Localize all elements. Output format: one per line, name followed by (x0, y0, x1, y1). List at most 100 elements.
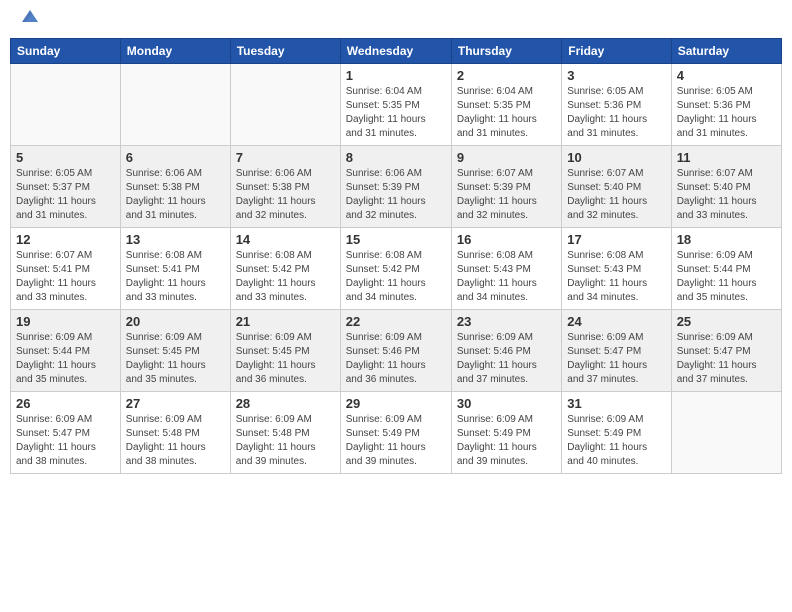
calendar-cell: 1Sunrise: 6:04 AM Sunset: 5:35 PM Daylig… (340, 64, 451, 146)
calendar-cell: 24 Sunrise: 6:09 AM Sunset: 5:47 PM Dayli… (562, 310, 671, 392)
day-info: Sunrise: 6:05 AM Sunset: 5:36 PM Dayligh… (567, 85, 665, 141)
calendar-cell: 11 Sunrise: 6:07 AM Sunset: 5:40 PM Dayli… (671, 146, 781, 228)
calendar-cell: 6 Sunrise: 6:06 AM Sunset: 5:38 PM Daylig… (120, 146, 230, 228)
day-number: 7 (236, 150, 335, 165)
calendar-table: SundayMondayTuesdayWednesdayThursdayFrid… (10, 38, 782, 474)
day-info: Sunrise: 6:08 AM Sunset: 5:43 PM Dayligh… (567, 249, 665, 305)
calendar-cell: 19 Sunrise: 6:09 AM Sunset: 5:44 PM Dayli… (11, 310, 121, 392)
calendar-header-tuesday: Tuesday (230, 39, 340, 64)
day-number: 15 (346, 232, 446, 247)
day-info: Sunrise: 6:09 AM Sunset: 5:44 PM Dayligh… (16, 331, 115, 387)
day-info: Sunrise: 6:09 AM Sunset: 5:48 PM Dayligh… (126, 413, 225, 469)
day-number: 26 (16, 396, 115, 411)
calendar-header-friday: Friday (562, 39, 671, 64)
day-info: Sunrise: 6:05 AM Sunset: 5:37 PM Dayligh… (16, 167, 115, 223)
day-number: 5 (16, 150, 115, 165)
day-number: 3 (567, 68, 665, 83)
day-number: 30 (457, 396, 556, 411)
day-info: Sunrise: 6:04 AM Sunset: 5:35 PM Dayligh… (457, 85, 556, 141)
day-number: 28 (236, 396, 335, 411)
calendar-cell: 5 Sunrise: 6:05 AM Sunset: 5:37 PM Daylig… (11, 146, 121, 228)
day-number: 20 (126, 314, 225, 329)
day-info: Sunrise: 6:07 AM Sunset: 5:39 PM Dayligh… (457, 167, 556, 223)
day-number: 11 (677, 150, 776, 165)
calendar-cell: 29Sunrise: 6:09 AM Sunset: 5:49 PM Dayli… (340, 392, 451, 474)
calendar-cell: 23 Sunrise: 6:09 AM Sunset: 5:46 PM Dayli… (451, 310, 561, 392)
day-number: 25 (677, 314, 776, 329)
day-info: Sunrise: 6:07 AM Sunset: 5:40 PM Dayligh… (677, 167, 776, 223)
calendar-cell: 21 Sunrise: 6:09 AM Sunset: 5:45 PM Dayli… (230, 310, 340, 392)
calendar-week-row: 26 Sunrise: 6:09 AM Sunset: 5:47 PM Dayli… (11, 392, 782, 474)
day-info: Sunrise: 6:09 AM Sunset: 5:48 PM Dayligh… (236, 413, 335, 469)
day-info: Sunrise: 6:09 AM Sunset: 5:47 PM Dayligh… (16, 413, 115, 469)
day-number: 23 (457, 314, 556, 329)
calendar-cell: 15Sunrise: 6:08 AM Sunset: 5:42 PM Dayli… (340, 228, 451, 310)
calendar-cell: 27 Sunrise: 6:09 AM Sunset: 5:48 PM Dayli… (120, 392, 230, 474)
day-number: 12 (16, 232, 115, 247)
calendar-cell (230, 64, 340, 146)
day-number: 27 (126, 396, 225, 411)
calendar-cell: 13 Sunrise: 6:08 AM Sunset: 5:41 PM Dayli… (120, 228, 230, 310)
day-info: Sunrise: 6:09 AM Sunset: 5:47 PM Dayligh… (567, 331, 665, 387)
page-header (10, 10, 782, 30)
calendar-cell: 8Sunrise: 6:06 AM Sunset: 5:39 PM Daylig… (340, 146, 451, 228)
calendar-cell: 12 Sunrise: 6:07 AM Sunset: 5:41 PM Dayli… (11, 228, 121, 310)
calendar-cell: 26 Sunrise: 6:09 AM Sunset: 5:47 PM Dayli… (11, 392, 121, 474)
day-number: 17 (567, 232, 665, 247)
calendar-week-row: 5 Sunrise: 6:05 AM Sunset: 5:37 PM Daylig… (11, 146, 782, 228)
calendar-cell: 25 Sunrise: 6:09 AM Sunset: 5:47 PM Dayli… (671, 310, 781, 392)
day-number: 6 (126, 150, 225, 165)
day-info: Sunrise: 6:09 AM Sunset: 5:44 PM Dayligh… (677, 249, 776, 305)
day-info: Sunrise: 6:09 AM Sunset: 5:46 PM Dayligh… (457, 331, 556, 387)
calendar-header-row: SundayMondayTuesdayWednesdayThursdayFrid… (11, 39, 782, 64)
calendar-header-thursday: Thursday (451, 39, 561, 64)
day-number: 2 (457, 68, 556, 83)
calendar-cell: 10Sunrise: 6:07 AM Sunset: 5:40 PM Dayli… (562, 146, 671, 228)
day-info: Sunrise: 6:09 AM Sunset: 5:45 PM Dayligh… (126, 331, 225, 387)
day-info: Sunrise: 6:05 AM Sunset: 5:36 PM Dayligh… (677, 85, 776, 141)
calendar-cell: 18 Sunrise: 6:09 AM Sunset: 5:44 PM Dayli… (671, 228, 781, 310)
day-number: 4 (677, 68, 776, 83)
calendar-cell: 17 Sunrise: 6:08 AM Sunset: 5:43 PM Dayli… (562, 228, 671, 310)
day-number: 21 (236, 314, 335, 329)
calendar-cell (120, 64, 230, 146)
day-number: 18 (677, 232, 776, 247)
day-info: Sunrise: 6:08 AM Sunset: 5:42 PM Dayligh… (236, 249, 335, 305)
calendar-cell: 9 Sunrise: 6:07 AM Sunset: 5:39 PM Daylig… (451, 146, 561, 228)
calendar-cell: 4 Sunrise: 6:05 AM Sunset: 5:36 PM Daylig… (671, 64, 781, 146)
day-info: Sunrise: 6:09 AM Sunset: 5:49 PM Dayligh… (567, 413, 665, 469)
logo (18, 14, 40, 26)
day-number: 9 (457, 150, 556, 165)
logo-icon (20, 6, 40, 26)
calendar-header-sunday: Sunday (11, 39, 121, 64)
day-info: Sunrise: 6:08 AM Sunset: 5:41 PM Dayligh… (126, 249, 225, 305)
day-number: 8 (346, 150, 446, 165)
day-info: Sunrise: 6:09 AM Sunset: 5:46 PM Dayligh… (346, 331, 446, 387)
calendar-header-saturday: Saturday (671, 39, 781, 64)
calendar-cell: 2 Sunrise: 6:04 AM Sunset: 5:35 PM Daylig… (451, 64, 561, 146)
calendar-cell: 20 Sunrise: 6:09 AM Sunset: 5:45 PM Dayli… (120, 310, 230, 392)
calendar-cell: 22 Sunrise: 6:09 AM Sunset: 5:46 PM Dayli… (340, 310, 451, 392)
calendar-cell: 30Sunrise: 6:09 AM Sunset: 5:49 PM Dayli… (451, 392, 561, 474)
day-info: Sunrise: 6:06 AM Sunset: 5:38 PM Dayligh… (126, 167, 225, 223)
day-info: Sunrise: 6:09 AM Sunset: 5:45 PM Dayligh… (236, 331, 335, 387)
day-number: 19 (16, 314, 115, 329)
day-number: 14 (236, 232, 335, 247)
calendar-cell: 28 Sunrise: 6:09 AM Sunset: 5:48 PM Dayli… (230, 392, 340, 474)
day-number: 13 (126, 232, 225, 247)
calendar-cell: 3 Sunrise: 6:05 AM Sunset: 5:36 PM Daylig… (562, 64, 671, 146)
day-info: Sunrise: 6:07 AM Sunset: 5:40 PM Dayligh… (567, 167, 665, 223)
calendar-header-monday: Monday (120, 39, 230, 64)
day-number: 22 (346, 314, 446, 329)
calendar-cell (671, 392, 781, 474)
day-info: Sunrise: 6:09 AM Sunset: 5:47 PM Dayligh… (677, 331, 776, 387)
day-number: 24 (567, 314, 665, 329)
calendar-cell: 7Sunrise: 6:06 AM Sunset: 5:38 PM Daylig… (230, 146, 340, 228)
day-info: Sunrise: 6:07 AM Sunset: 5:41 PM Dayligh… (16, 249, 115, 305)
calendar-header-wednesday: Wednesday (340, 39, 451, 64)
calendar-cell: 16Sunrise: 6:08 AM Sunset: 5:43 PM Dayli… (451, 228, 561, 310)
day-number: 29 (346, 396, 446, 411)
day-info: Sunrise: 6:08 AM Sunset: 5:43 PM Dayligh… (457, 249, 556, 305)
day-number: 1 (346, 68, 446, 83)
calendar-cell: 31Sunrise: 6:09 AM Sunset: 5:49 PM Dayli… (562, 392, 671, 474)
